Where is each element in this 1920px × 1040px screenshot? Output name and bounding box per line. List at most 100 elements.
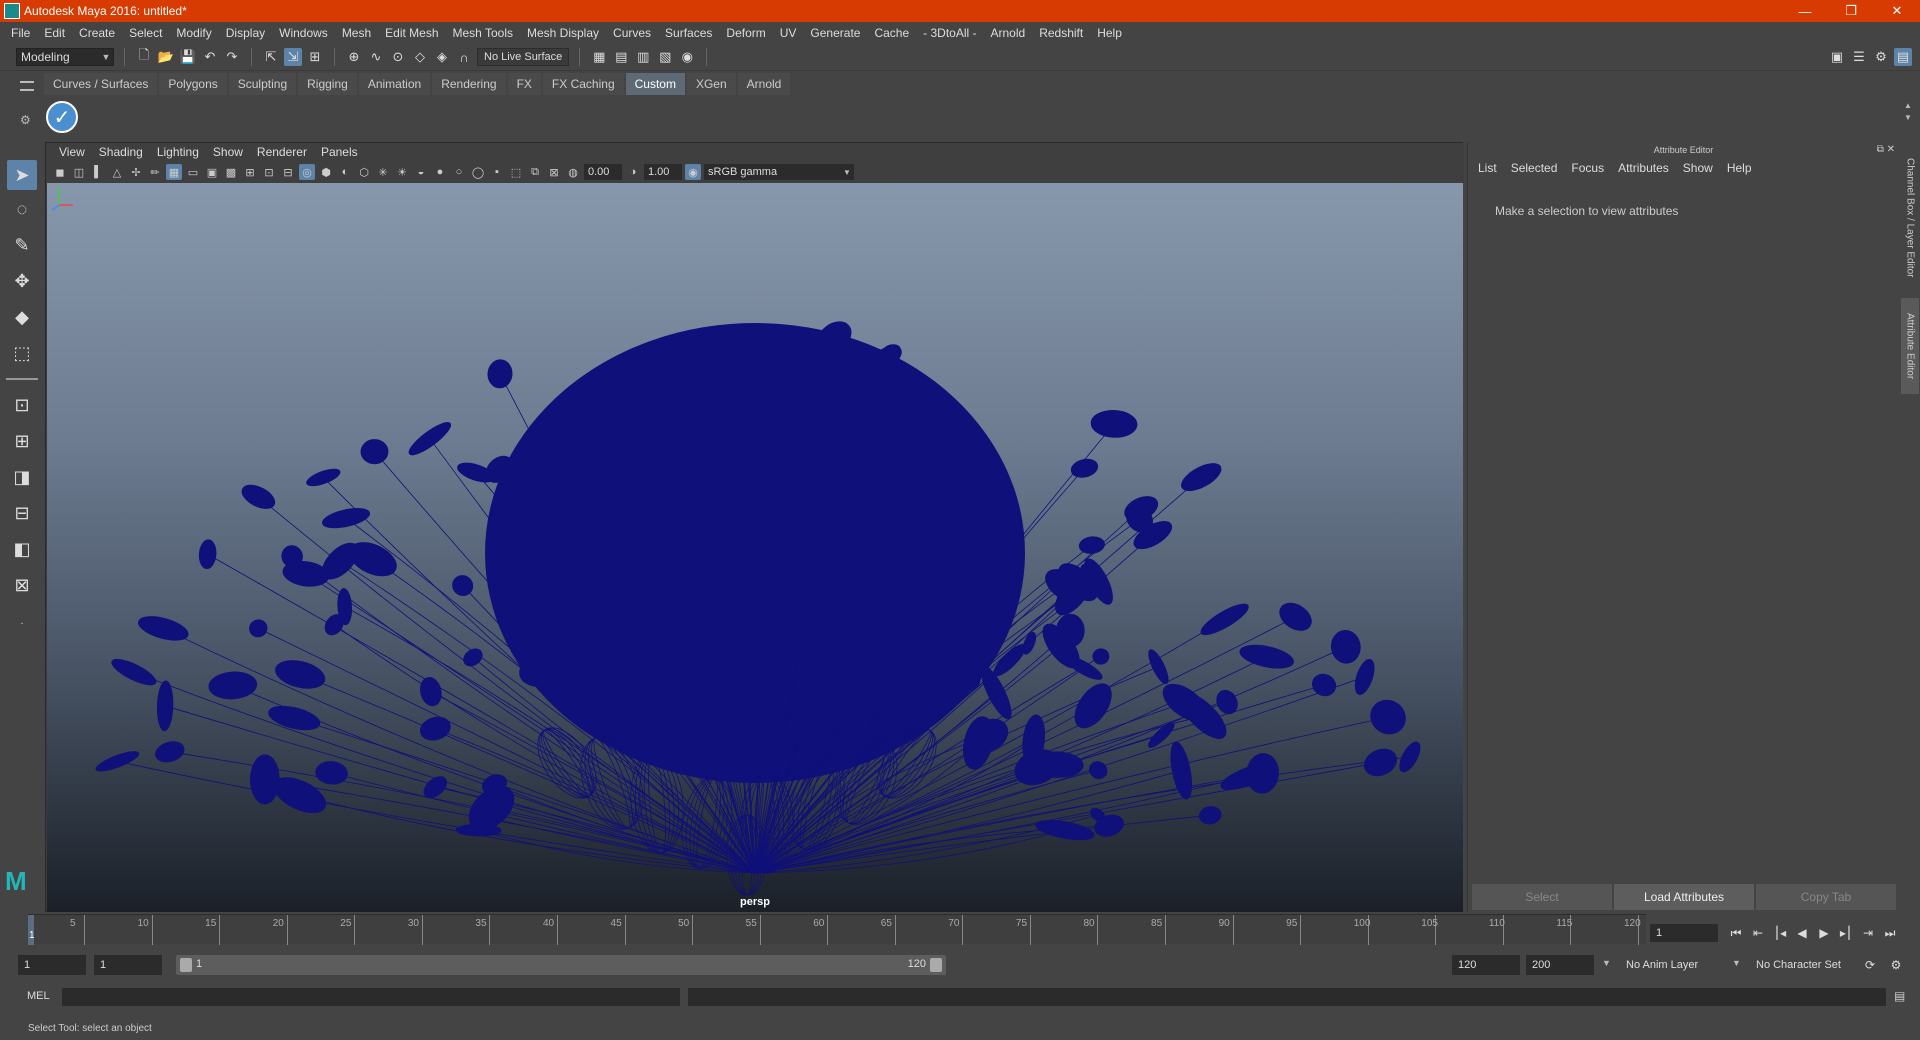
viewport-3d-canvas[interactable]: persp xyxy=(47,183,1463,912)
viewport-menu-view[interactable]: View xyxy=(52,145,92,159)
resolution-gate-icon[interactable]: ▣ xyxy=(204,164,220,180)
viewport-menu-renderer[interactable]: Renderer xyxy=(250,145,314,159)
step-back-key-icon[interactable]: ⇤ xyxy=(1748,924,1768,942)
toolbox-more-icon[interactable]: · xyxy=(7,608,37,638)
screen-space-ao-icon[interactable]: ◒ xyxy=(413,164,429,180)
menu-select[interactable]: Select xyxy=(122,26,169,40)
snap-curve-icon[interactable]: ∿ xyxy=(367,48,385,66)
bookmarks-icon[interactable]: ▌ xyxy=(90,164,106,180)
menu-surfaces[interactable]: Surfaces xyxy=(658,26,719,40)
tool-settings-icon[interactable]: ⚙ xyxy=(1872,48,1890,66)
wireframe-on-shaded-icon[interactable]: ◐ xyxy=(337,164,353,180)
exposure-icon[interactable]: ◍ xyxy=(565,164,581,180)
xray-joints-icon[interactable]: ⧉ xyxy=(527,164,543,180)
smooth-shade-icon[interactable]: ⬢ xyxy=(318,164,334,180)
range-start-handle[interactable] xyxy=(180,958,192,972)
menu-modify[interactable]: Modify xyxy=(169,26,218,40)
shelf-tab-xgen[interactable]: XGen xyxy=(686,73,736,95)
menu-file[interactable]: File xyxy=(4,26,37,40)
shelf-tab-fx[interactable]: FX xyxy=(507,73,541,95)
textured-icon[interactable]: ⬡ xyxy=(356,164,372,180)
attribute-editor-tab[interactable]: Attribute Editor xyxy=(1901,298,1919,394)
viewport-menu-lighting[interactable]: Lighting xyxy=(150,145,206,159)
move-tool-icon[interactable]: ✥ xyxy=(7,266,37,296)
scale-tool-icon[interactable]: ⬚ xyxy=(7,338,37,368)
save-scene-icon[interactable]: 💾 xyxy=(179,48,197,66)
select-tool-icon[interactable]: ➤ xyxy=(7,160,37,190)
grid-icon[interactable]: ▦ xyxy=(166,164,182,180)
animation-start-field[interactable]: 1 xyxy=(18,955,86,975)
step-back-frame-icon[interactable]: ⎮◂ xyxy=(1770,924,1790,942)
close-panel-icon[interactable]: ✕ xyxy=(1887,144,1895,155)
step-forward-key-icon[interactable]: ⇥ xyxy=(1858,924,1878,942)
current-frame-field[interactable]: 1 xyxy=(1650,924,1718,942)
single-perspective-layout-icon[interactable]: ⊡ xyxy=(7,390,37,420)
menu-edit-mesh[interactable]: Edit Mesh xyxy=(378,26,445,40)
menu-redshift[interactable]: Redshift xyxy=(1032,26,1090,40)
shelf-tab-curves-surfaces[interactable]: Curves / Surfaces xyxy=(44,73,158,95)
character-controls-icon[interactable]: ☰ xyxy=(1850,48,1868,66)
playback-end-field[interactable]: 120 xyxy=(1452,955,1520,975)
current-time-marker[interactable]: 1 xyxy=(28,915,35,945)
menu-mesh-tools[interactable]: Mesh Tools xyxy=(446,26,520,40)
command-language-label[interactable]: MEL xyxy=(27,990,50,1002)
select-button[interactable]: Select xyxy=(1472,884,1612,910)
color-management-icon[interactable]: ◉ xyxy=(685,164,701,180)
auto-key-icon[interactable]: ⟳ xyxy=(1860,956,1880,974)
use-all-lights-icon[interactable]: ✳ xyxy=(375,164,391,180)
film-gate-icon[interactable]: ▭ xyxy=(185,164,201,180)
attribute-editor-menu-selected[interactable]: Selected xyxy=(1511,161,1566,175)
attribute-editor-menu-focus[interactable]: Focus xyxy=(1571,161,1612,175)
camera-select-icon[interactable]: ◼ xyxy=(52,164,68,180)
shelf-tab-rendering[interactable]: Rendering xyxy=(432,73,506,95)
anti-aliasing-icon[interactable]: ○ xyxy=(451,164,467,180)
playback-start-field[interactable]: 1 xyxy=(94,955,162,975)
open-scene-icon[interactable]: 📂 xyxy=(157,48,175,66)
shelf-tab-fx-caching[interactable]: FX Caching xyxy=(542,73,624,95)
live-surface-field[interactable]: No Live Surface xyxy=(477,48,570,66)
persp-hypershade-layout-icon[interactable]: ◧ xyxy=(7,534,37,564)
shelf-tab-arnold[interactable]: Arnold xyxy=(737,73,791,95)
menu-curves[interactable]: Curves xyxy=(606,26,658,40)
field-chart-icon[interactable]: ⊞ xyxy=(242,164,258,180)
shelf-tab-animation[interactable]: Animation xyxy=(358,73,431,95)
menu-cache[interactable]: Cache xyxy=(867,26,916,40)
paint-select-tool-icon[interactable]: ✎ xyxy=(7,230,37,260)
lasso-tool-icon[interactable]: ◌ xyxy=(7,194,37,224)
xray-icon[interactable]: ⬚ xyxy=(508,164,524,180)
safe-action-icon[interactable]: ⊡ xyxy=(261,164,277,180)
menu-deform[interactable]: Deform xyxy=(719,26,772,40)
snap-point-icon[interactable]: ⊙ xyxy=(389,48,407,66)
snap-view-plane-icon[interactable]: ◇ xyxy=(411,48,429,66)
script-editor-icon[interactable]: ▤ xyxy=(1894,989,1910,1005)
range-slider[interactable]: 1 120 xyxy=(176,955,946,975)
ipr-render-icon[interactable]: ▥ xyxy=(634,48,652,66)
step-forward-frame-icon[interactable]: ▸⎮ xyxy=(1836,924,1856,942)
play-backwards-icon[interactable]: ◀ xyxy=(1792,924,1812,942)
menu-mesh[interactable]: Mesh xyxy=(335,26,378,40)
wireframe-icon[interactable]: ◎ xyxy=(299,164,315,180)
gamma-icon[interactable]: ◑ xyxy=(625,164,641,180)
xray-components-icon[interactable]: ⊠ xyxy=(546,164,562,180)
checkmark-icon[interactable]: ✓ xyxy=(46,101,78,133)
load-attributes-button[interactable]: Load Attributes xyxy=(1614,884,1754,910)
four-view-layout-icon[interactable]: ⊞ xyxy=(7,426,37,456)
view-transform-select[interactable]: sRGB gamma ▼ xyxy=(704,164,854,180)
snap-grid-icon[interactable]: ⊕ xyxy=(345,48,363,66)
command-input[interactable] xyxy=(62,988,680,1006)
menu-arnold[interactable]: Arnold xyxy=(984,26,1033,40)
modeling-toolkit-icon[interactable]: ▣ xyxy=(1828,48,1846,66)
safe-title-icon[interactable]: ⊟ xyxy=(280,164,296,180)
render-frame-icon[interactable]: ▤ xyxy=(612,48,630,66)
minimize-button[interactable]: — xyxy=(1782,0,1828,22)
select-object-icon[interactable]: ⇲ xyxy=(284,48,302,66)
hypershade-icon[interactable]: ◉ xyxy=(678,48,696,66)
menu-windows[interactable]: Windows xyxy=(272,26,335,40)
menu-display[interactable]: Display xyxy=(219,26,272,40)
time-ruler[interactable]: 1 5 10 15 20 25 30 35 40 45 50 55 60 65 70 75 80 85 90 95 1… xyxy=(28,914,1646,945)
shelf-tab-custom[interactable]: Custom xyxy=(625,73,685,95)
go-to-end-icon[interactable]: ⏭ xyxy=(1880,924,1900,942)
attribute-editor-menu-list[interactable]: List xyxy=(1478,161,1505,175)
menu-edit[interactable]: Edit xyxy=(37,26,72,40)
menu-3dtoall[interactable]: - 3DtoAll - xyxy=(916,26,983,40)
